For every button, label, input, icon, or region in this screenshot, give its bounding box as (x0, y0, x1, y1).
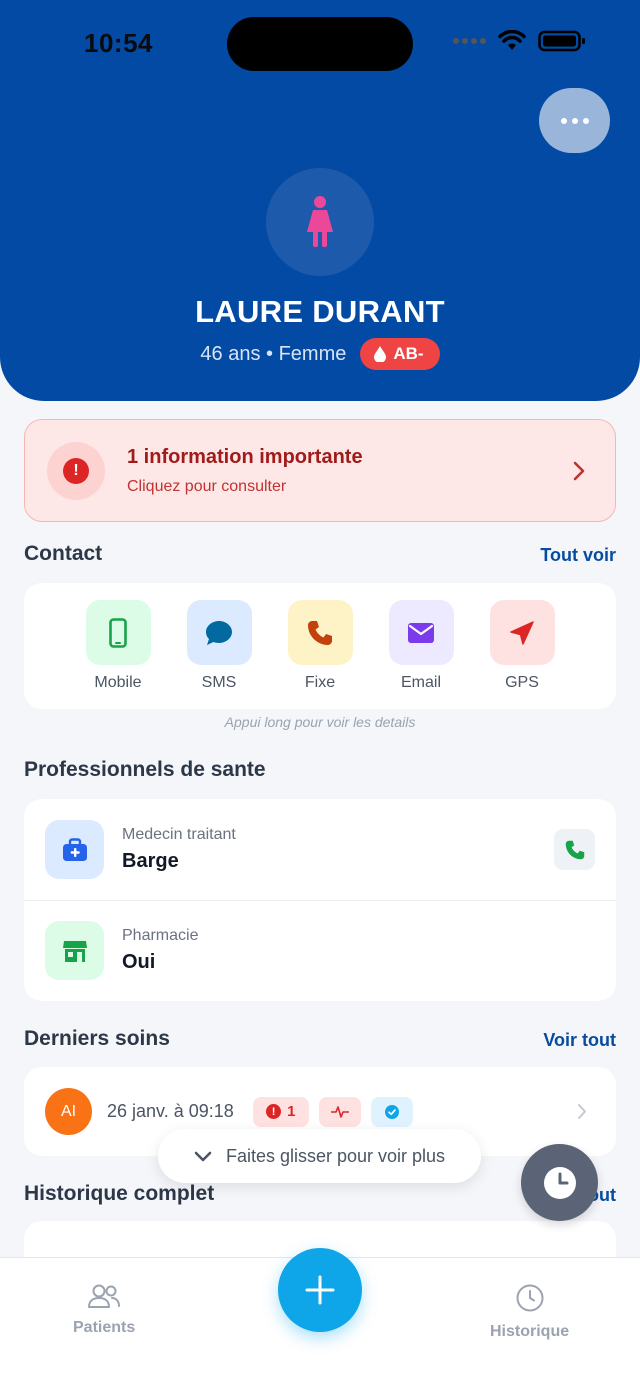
doctor-name: Barge (122, 850, 179, 872)
navigation-arrow-icon (510, 620, 534, 645)
contact-landline-label: Fixe (304, 674, 336, 691)
recent-care-section-title: Derniers soins (24, 1027, 170, 1050)
swipe-hint-toast[interactable]: Faites glisser pour voir plus (158, 1129, 481, 1183)
tab-patients-label: Patients (73, 1319, 136, 1336)
exclamation-circle-icon: ! (266, 1104, 282, 1119)
history-clock-button[interactable] (521, 1144, 598, 1221)
chat-bubble-icon (206, 620, 232, 645)
contact-gps-button[interactable]: GPS (489, 600, 555, 692)
pharmacy-store-icon (62, 940, 87, 962)
blood-type-badge: AB- (360, 338, 440, 370)
battery-icon (538, 30, 585, 52)
important-info-banner[interactable]: ! 1 information importante Cliquez pour … (24, 419, 616, 522)
chevron-right-icon (573, 461, 585, 480)
professionals-card: Medecin traitant Barge Pharmacie Oui (24, 799, 616, 1001)
phone-icon (565, 840, 584, 859)
alert-subtitle: Cliquez pour consulter (127, 477, 287, 495)
blood-drop-icon (374, 346, 387, 362)
medical-kit-icon (62, 837, 87, 861)
exclamation-circle-icon: ! (63, 457, 89, 484)
pharmacy-value: Oui (122, 951, 156, 973)
alert-count: 1 (287, 1103, 296, 1120)
professional-row-doctor[interactable]: Medecin traitant Barge (24, 799, 616, 900)
tab-patients[interactable]: Patients (73, 1283, 135, 1337)
blood-type-label: AB- (393, 344, 424, 363)
plus-icon (305, 1275, 335, 1305)
pharmacy-label: Pharmacie (122, 927, 199, 944)
tab-history-label: Historique (490, 1323, 570, 1340)
professionals-section-title: Professionnels de sante (24, 758, 266, 781)
recent-care-see-all-link[interactable]: Voir tout (543, 1030, 616, 1051)
patient-details: 46 ans • Femme (200, 342, 347, 365)
patient-details-row: 46 ans • Femme AB- (0, 338, 640, 370)
ellipsis-icon (560, 117, 589, 124)
status-icons (452, 30, 586, 52)
alert-title: 1 information importante (127, 445, 363, 468)
alert-icon-wrap: ! (47, 441, 105, 500)
patient-avatar (266, 168, 374, 276)
check-circle-icon (384, 1104, 399, 1119)
users-icon (88, 1284, 121, 1308)
contact-email-label: Email (400, 674, 441, 691)
status-time: 10:54 (84, 28, 153, 58)
contact-email-button[interactable]: Email (388, 600, 454, 692)
chevron-right-icon (578, 1104, 586, 1119)
care-date: 26 janv. à 09:18 (107, 1101, 234, 1121)
phone-icon (308, 620, 332, 645)
caregiver-avatar: AI (45, 1088, 92, 1135)
heartbeat-icon (330, 1105, 349, 1118)
mobile-phone-icon (109, 617, 127, 648)
vitals-badge (318, 1096, 361, 1127)
validated-badge (370, 1096, 413, 1127)
contact-section-title: Contact (24, 542, 103, 565)
woman-icon (307, 196, 333, 247)
toast-text: Faites glisser pour voir plus (225, 1145, 446, 1166)
add-button[interactable] (278, 1248, 362, 1332)
contact-gps-label: GPS (505, 674, 539, 691)
call-doctor-button[interactable] (554, 829, 595, 870)
more-options-button[interactable] (539, 88, 610, 153)
contact-mobile-label: Mobile (94, 674, 142, 691)
history-section-title: Historique complet (24, 1182, 215, 1205)
patient-name: LAURE DURANT (195, 294, 445, 329)
dynamic-island (227, 17, 413, 71)
alert-count-badge: ! 1 (252, 1096, 309, 1127)
contact-hint: Appui long pour voir les details (224, 714, 416, 730)
doctor-label: Medecin traitant (122, 826, 236, 843)
contact-see-all-link[interactable]: Tout voir (540, 545, 616, 566)
contact-sms-label: SMS (201, 674, 237, 691)
signal-dots-icon (453, 38, 486, 44)
clock-icon (516, 1284, 544, 1312)
clock-icon (543, 1166, 576, 1199)
contact-landline-button[interactable]: Fixe (287, 600, 353, 692)
contact-mobile-button[interactable]: Mobile (85, 600, 151, 692)
chevron-down-icon (194, 1151, 212, 1161)
envelope-icon (408, 622, 434, 643)
tab-history[interactable]: Historique (490, 1283, 569, 1341)
contact-sms-button[interactable]: SMS (186, 600, 252, 692)
wifi-icon (498, 30, 526, 50)
contact-card: Mobile SMS Fixe Email GPS (24, 583, 616, 709)
professional-row-pharmacy[interactable]: Pharmacie Oui (24, 900, 616, 1001)
